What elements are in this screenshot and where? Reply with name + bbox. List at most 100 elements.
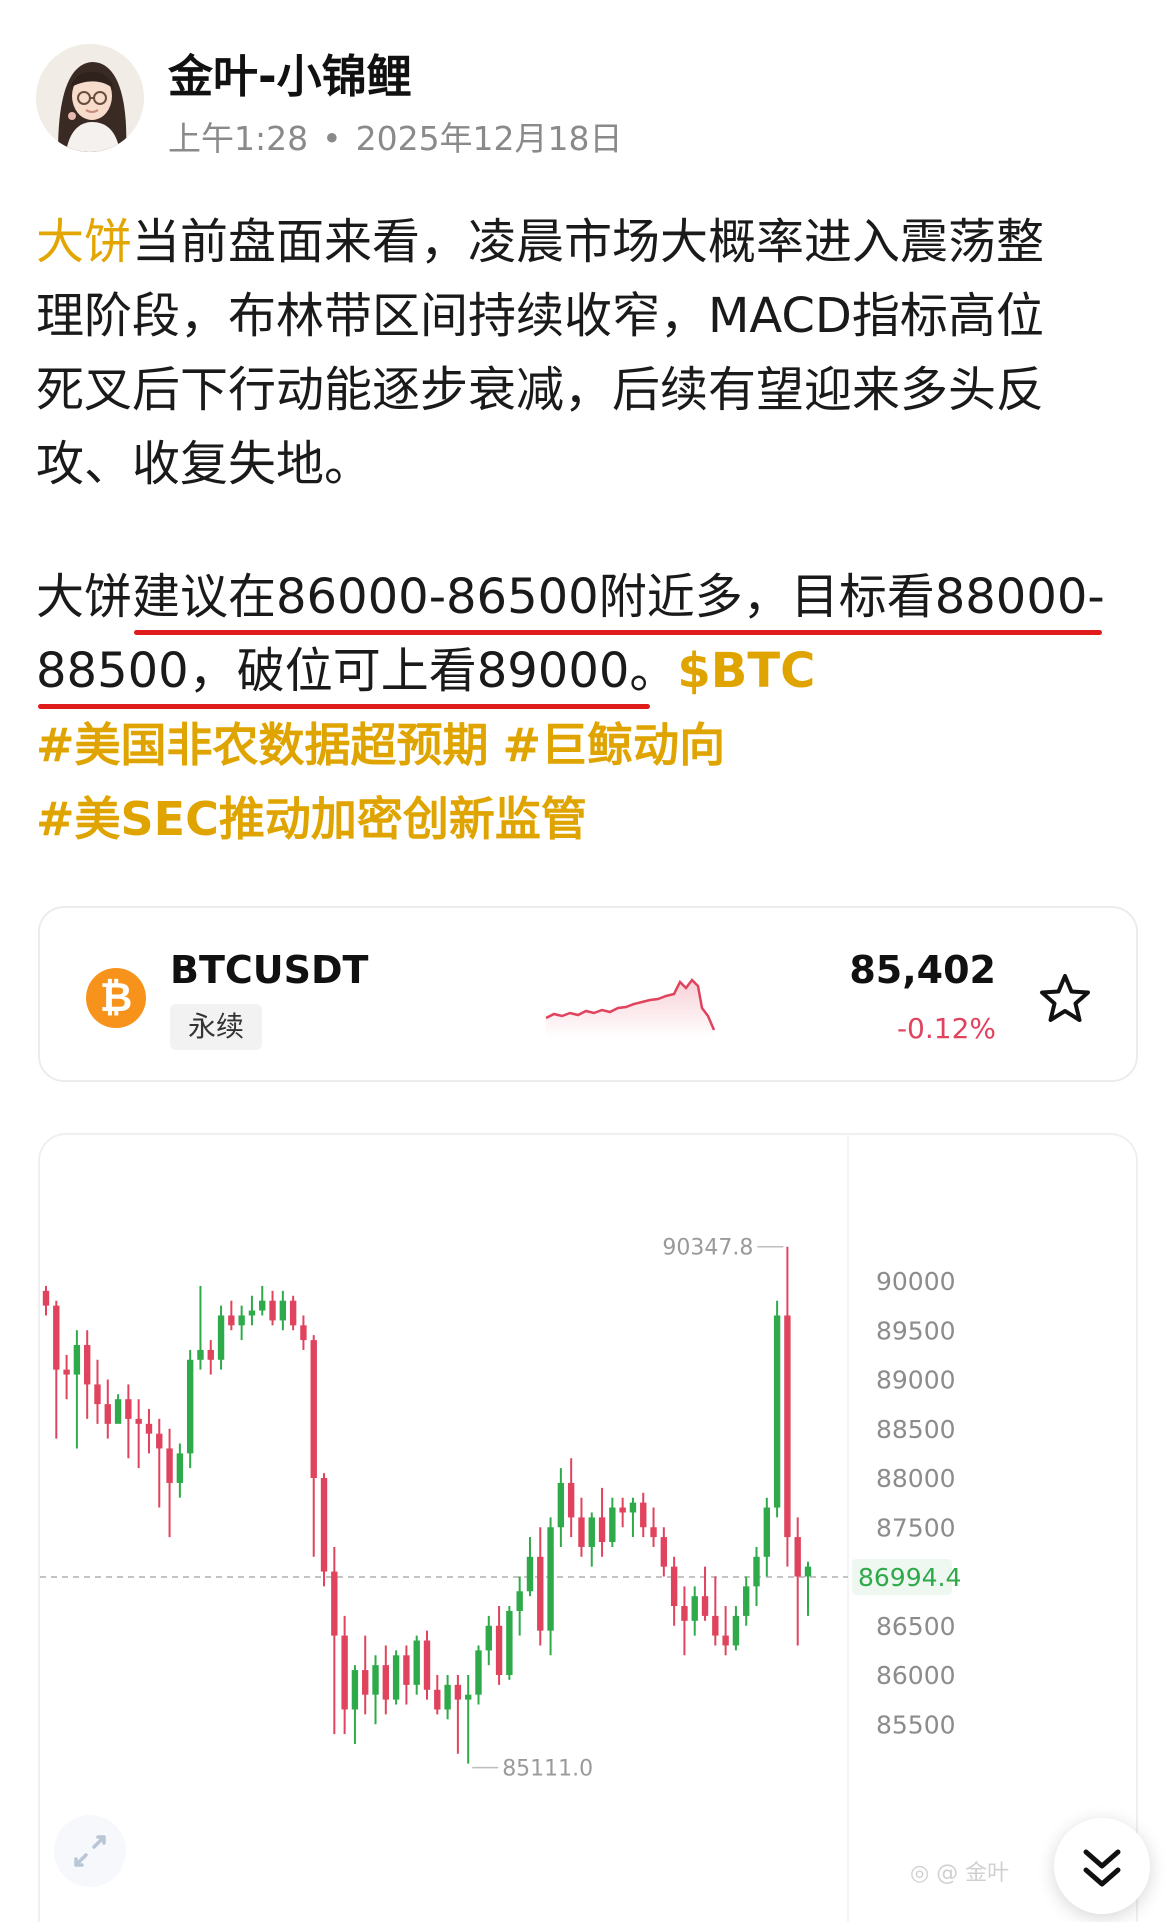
post-paragraph-analysis: 大饼当前盘面来看，凌晨市场大概率进入震荡整 理阶段，布林带区间持续收窄，MACD… [36, 205, 1044, 501]
candle-body [794, 1537, 801, 1577]
candle-body [537, 1556, 544, 1631]
author-name[interactable]: 金叶-小锦鲤 [168, 40, 412, 105]
candle-body [722, 1635, 729, 1646]
candle-body [567, 1482, 575, 1518]
candle-body [63, 1369, 70, 1375]
chart-canvas: 90000 89500 89000 88500 88000 87500 86500 86000… [40, 1135, 961, 1922]
candle-body [753, 1556, 760, 1587]
candle-body [434, 1689, 441, 1710]
candle-body [341, 1635, 348, 1710]
current-price-label: 86994.4 [858, 1563, 961, 1592]
candle-body [660, 1537, 668, 1567]
post-line: 大饼当前盘面来看，凌晨市场大概率进入震荡整 [36, 205, 1044, 279]
candle-body [217, 1315, 225, 1360]
candle-body [279, 1300, 287, 1321]
watermark: ◎ @ 金叶 [910, 1861, 1010, 1886]
candle-body [423, 1640, 431, 1690]
ticker-card[interactable]: ₿ BTCUSDT 永续 85,402 -0.12% [38, 906, 1138, 1082]
candle-body [784, 1315, 791, 1538]
y-tick-label: 88500 [876, 1415, 956, 1444]
hashtag-row: #美国非农数据超预期 #巨鲸动向 [36, 708, 725, 782]
highlight-keyword: 大饼 [36, 214, 133, 270]
candle-body [320, 1478, 328, 1572]
candle-body [125, 1399, 132, 1419]
post-line: 88500，破位可上看89000。$BTC [36, 634, 1105, 708]
candle-body [310, 1340, 317, 1478]
post-time: 上午1:28 [168, 119, 309, 158]
y-tick-label: 86000 [876, 1661, 956, 1690]
candle-body [248, 1310, 256, 1316]
star-icon[interactable] [1038, 972, 1092, 1026]
author-avatar[interactable] [36, 44, 144, 152]
candle-body [526, 1556, 534, 1592]
candle-body [691, 1596, 698, 1621]
candle-body [351, 1670, 359, 1710]
hashtag-link[interactable]: #巨鲸动向 [503, 718, 726, 772]
candle-body [640, 1502, 647, 1528]
candle-body [650, 1527, 657, 1538]
candle-body [259, 1300, 266, 1311]
y-tick-label: 90000 [876, 1267, 956, 1296]
post-line: 死叉后下行动能逐步衰减，后续有望迎来多头反 [36, 362, 1045, 418]
y-tick-label: 87500 [876, 1513, 956, 1542]
candle-body [454, 1684, 462, 1700]
candle-body [681, 1606, 688, 1621]
candle-body [42, 1290, 50, 1306]
hashtag-list: #美国非农数据超预期 #巨鲸动向 #美SEC推动加密创新监管 [36, 708, 725, 856]
red-underline-annotation [134, 630, 1102, 635]
candle-body [331, 1571, 338, 1636]
candle-body [207, 1349, 214, 1360]
candle-body [176, 1453, 184, 1483]
candle-body [104, 1404, 111, 1424]
candle-body [114, 1399, 122, 1424]
candle-body [701, 1596, 709, 1616]
hashtag-link[interactable]: #美SEC推动加密创新监管 [36, 792, 587, 846]
hashtag-row: #美SEC推动加密创新监管 [36, 782, 725, 856]
contract-type-badge: 永续 [170, 1004, 263, 1050]
low-price-label: 85111.0 [502, 1757, 593, 1782]
y-tick-label: 86500 [876, 1612, 956, 1641]
candle-body [712, 1615, 719, 1636]
candle-body [197, 1349, 204, 1360]
candle-body [464, 1694, 472, 1700]
post-line: 攻、收复失地。 [36, 436, 373, 492]
candle-body [186, 1359, 194, 1454]
candle-body [135, 1418, 142, 1424]
y-tick-label: 89000 [876, 1366, 956, 1395]
candle-body [804, 1566, 812, 1577]
candle-body [372, 1665, 379, 1695]
hashtag-link[interactable]: #美国非农数据超预期 [36, 718, 489, 772]
y-tick-label: 88000 [876, 1464, 956, 1493]
candle-body [547, 1527, 554, 1631]
y-tick-label: 89500 [876, 1316, 956, 1345]
candle-body [629, 1502, 637, 1513]
y-tick-label: 85500 [876, 1710, 956, 1739]
candle-body [156, 1433, 163, 1449]
candle-body [578, 1517, 585, 1547]
ticker-change: -0.12% [896, 1012, 996, 1045]
candle-body [444, 1684, 451, 1710]
candle-body [238, 1315, 245, 1326]
collapse-button[interactable] [1054, 1818, 1150, 1914]
high-price-label: 90347.8 [662, 1236, 753, 1261]
candlestick-chart[interactable]: 90000 89500 89000 88500 88000 87500 86500 86000… [38, 1133, 1138, 1922]
candle-body [83, 1345, 91, 1385]
candle-body [609, 1507, 616, 1543]
candle-body [73, 1345, 81, 1375]
candle-body [670, 1566, 678, 1607]
candle-body [598, 1517, 606, 1543]
post-line: 大饼建议在86000-86500附近多，目标看88000- [36, 569, 1105, 625]
candle-body [743, 1586, 750, 1616]
candle-body [732, 1615, 740, 1646]
candle-body [557, 1482, 565, 1528]
candle-body [300, 1325, 307, 1341]
avatar-image [36, 44, 144, 152]
expand-icon[interactable] [54, 1815, 126, 1887]
ticker-price: 85,402 [849, 948, 996, 992]
cashtag-link[interactable]: $BTC [677, 643, 815, 699]
candle-body [485, 1625, 492, 1651]
candle-body [495, 1625, 503, 1675]
post-line-text: 当前盘面来看，凌晨市场大概率进入震荡整 [132, 214, 1045, 270]
candle-body [94, 1384, 101, 1405]
candle-body [166, 1448, 173, 1483]
